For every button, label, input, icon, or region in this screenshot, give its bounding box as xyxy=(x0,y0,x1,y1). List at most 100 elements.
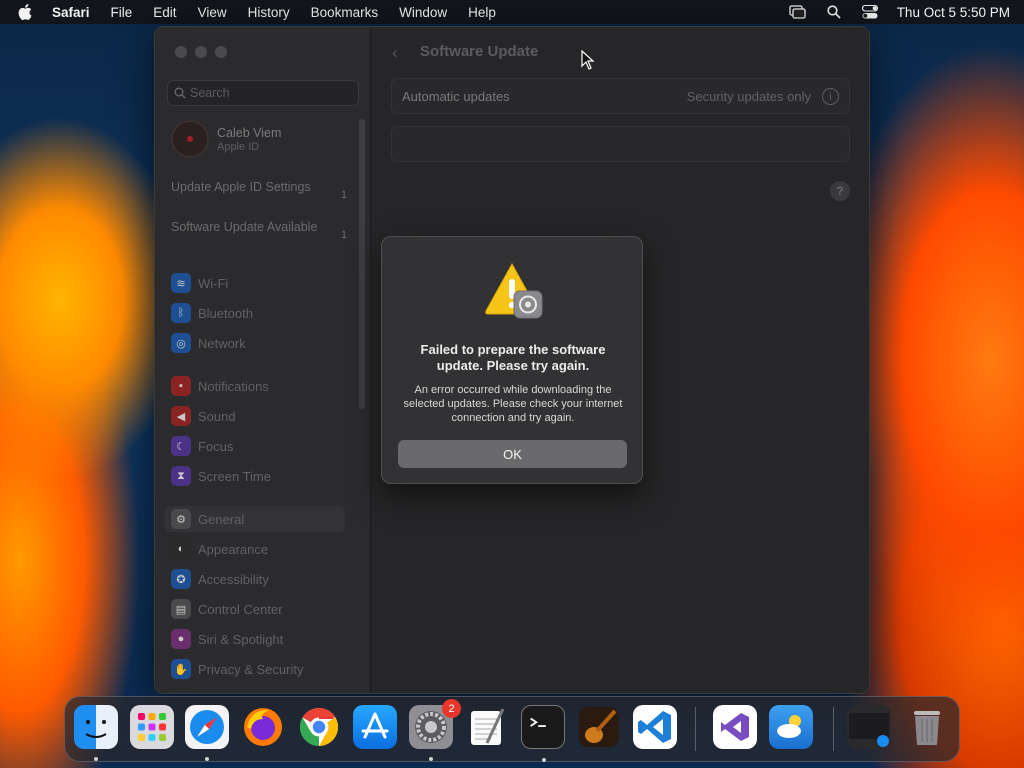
sidebar-item-label: Accessibility xyxy=(198,571,269,587)
safari-icon xyxy=(190,710,224,744)
menu-edit[interactable]: Edit xyxy=(153,5,176,20)
back-chevron-icon[interactable]: ‹ xyxy=(392,43,398,63)
menu-bookmarks[interactable]: Bookmarks xyxy=(311,5,379,20)
help-button[interactable]: ? xyxy=(830,181,850,201)
automatic-updates-row: Automatic updates Security updates only … xyxy=(391,78,850,114)
menu-view[interactable]: View xyxy=(198,5,227,20)
zoom-window-button[interactable] xyxy=(215,46,227,58)
sidebar-item-screen-time[interactable]: ⧗ Screen Time xyxy=(165,463,345,489)
notice-update-apple-id[interactable]: Update Apple ID Settings 1 xyxy=(171,179,347,201)
sidebar-search[interactable] xyxy=(167,80,359,106)
siri-icon: ● xyxy=(171,629,191,649)
menu-app-safari[interactable]: Safari xyxy=(52,5,90,20)
menu-file[interactable]: File xyxy=(111,5,133,20)
dock-visual-studio[interactable] xyxy=(713,705,757,749)
running-indicator xyxy=(542,758,546,762)
dock-firefox[interactable] xyxy=(241,705,285,749)
dock-separator xyxy=(695,707,696,751)
sidebar-item-control-center[interactable]: ▤ Control Center xyxy=(165,596,345,622)
hourglass-icon: ⧗ xyxy=(171,466,191,486)
info-icon[interactable]: i xyxy=(822,88,839,105)
automatic-updates-label: Automatic updates xyxy=(402,89,510,104)
search-input[interactable] xyxy=(190,86,350,100)
running-indicator xyxy=(94,757,98,761)
notice-count-badge: 1 xyxy=(340,189,347,201)
automatic-updates-value: Security updates only xyxy=(686,89,811,104)
sidebar-item-notifications[interactable]: ▪ Notifications xyxy=(165,373,345,399)
account-subtitle: Apple ID xyxy=(217,140,260,153)
sidebar-item-label: General xyxy=(198,511,245,527)
close-window-button[interactable] xyxy=(175,46,187,58)
dock-safari[interactable] xyxy=(185,705,229,761)
page-title: Software Update xyxy=(420,43,539,60)
switches-icon: ▤ xyxy=(171,599,191,619)
control-center-icon[interactable] xyxy=(861,4,879,20)
notice-count-badge: 1 xyxy=(340,229,347,241)
sidebar-scrollbar[interactable] xyxy=(359,119,365,409)
wifi-icon: ≋ xyxy=(171,273,191,293)
dock-weather[interactable] xyxy=(769,705,813,749)
sidebar-item-accessibility[interactable]: ✪ Accessibility xyxy=(165,566,345,592)
dock-chrome[interactable] xyxy=(297,705,341,749)
sidebar-item-wifi[interactable]: ≋ Wi-Fi xyxy=(165,270,345,296)
minimize-window-button[interactable] xyxy=(195,46,207,58)
dock-finder[interactable] xyxy=(74,705,118,761)
sidebar-item-appearance[interactable]: ◐ Appearance xyxy=(165,536,345,562)
guitar-icon xyxy=(579,707,619,747)
menu-clock[interactable]: Thu Oct 5 5:50 PM xyxy=(897,5,1010,20)
sidebar-item-label: Bluetooth xyxy=(198,305,253,321)
notice-software-update[interactable]: Software Update Available 1 xyxy=(171,219,347,241)
safari-badge-icon xyxy=(849,713,889,747)
menu-help[interactable]: Help xyxy=(468,5,496,20)
dock-trash[interactable] xyxy=(905,705,949,749)
dock-textedit[interactable] xyxy=(465,705,509,749)
visual-studio-icon xyxy=(721,713,749,741)
screen-mirroring-icon[interactable] xyxy=(789,4,807,20)
dock-garageband[interactable] xyxy=(577,705,621,749)
accessibility-icon: ✪ xyxy=(171,569,191,589)
sidebar-item-label: Appearance xyxy=(198,541,269,557)
weather-icon xyxy=(777,715,801,738)
sidebar-item-label: Sound xyxy=(198,408,236,424)
dock-terminal[interactable] xyxy=(521,705,565,762)
sidebar-item-privacy-security[interactable]: ✋ Privacy & Security xyxy=(165,656,345,682)
mouse-cursor-icon xyxy=(581,50,595,70)
dock-system-settings[interactable]: 2 xyxy=(409,699,461,761)
sidebar-item-siri-spotlight[interactable]: ● Siri & Spotlight xyxy=(165,626,345,652)
dock-separator xyxy=(833,707,834,751)
sidebar-item-focus[interactable]: ☾ Focus xyxy=(165,433,345,459)
menu-window[interactable]: Window xyxy=(399,5,447,20)
sidebar-item-network[interactable]: ◎ Network xyxy=(165,330,345,356)
dock-vscode[interactable] xyxy=(633,705,677,749)
dock-minimized-window[interactable] xyxy=(847,705,891,749)
ok-button[interactable]: OK xyxy=(398,440,627,468)
launchpad-icon xyxy=(138,713,166,741)
settings-sidebar: Caleb Viem Apple ID Update Apple ID Sett… xyxy=(155,27,371,693)
circle-half-icon: ◐ xyxy=(171,539,191,559)
search-icon xyxy=(174,87,186,99)
running-indicator xyxy=(205,757,209,761)
dock-app-store[interactable] xyxy=(353,705,397,749)
notification-badge: 2 xyxy=(442,699,461,718)
spotlight-search-icon[interactable] xyxy=(825,4,843,20)
chrome-icon xyxy=(299,707,339,747)
vscode-icon xyxy=(638,711,671,743)
bluetooth-icon: ᛒ xyxy=(171,303,191,323)
menu-history[interactable]: History xyxy=(248,5,290,20)
sidebar-item-sound[interactable]: ◀ Sound xyxy=(165,403,345,429)
firefox-icon xyxy=(244,708,282,746)
avatar xyxy=(171,120,209,158)
dock-launchpad[interactable] xyxy=(130,705,174,749)
notice-label: Software Update Available xyxy=(171,220,318,234)
dock: 2 xyxy=(64,696,960,762)
gear-icon: ⚙ xyxy=(171,509,191,529)
apple-icon[interactable] xyxy=(18,4,32,20)
warning-icon xyxy=(485,262,543,319)
bell-icon: ▪ xyxy=(171,376,191,396)
apple-id-account[interactable]: Caleb Viem Apple ID xyxy=(171,120,281,158)
alert-heading: Failed to prepare the software update. P… xyxy=(420,342,606,373)
sidebar-item-label: Network xyxy=(198,335,246,351)
sidebar-item-bluetooth[interactable]: ᛒ Bluetooth xyxy=(165,300,345,326)
sidebar-item-label: Siri & Spotlight xyxy=(198,631,284,647)
sidebar-item-general[interactable]: ⚙ General xyxy=(165,506,345,532)
